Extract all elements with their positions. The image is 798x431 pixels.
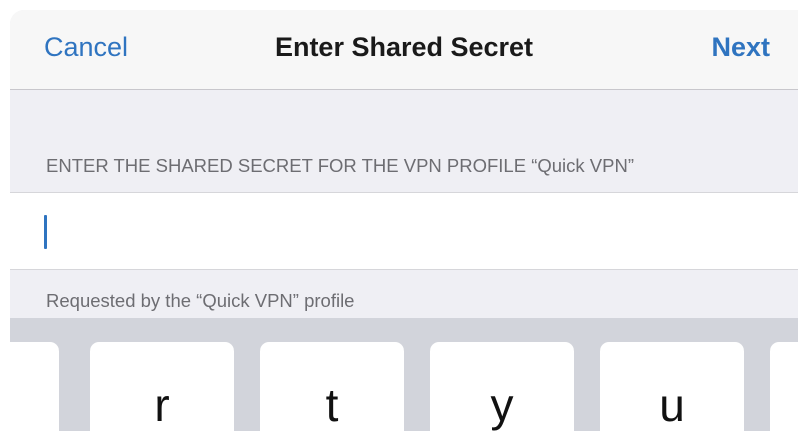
footer-note: Requested by the “Quick VPN” profile [46, 290, 355, 311]
key-i[interactable]: i [770, 342, 798, 431]
key-y[interactable]: y [430, 342, 574, 431]
navigation-bar: Cancel Enter Shared Secret Next [10, 10, 798, 90]
key-e[interactable]: e [10, 342, 59, 431]
modal-sheet: Cancel Enter Shared Secret Next ENTER TH… [10, 10, 798, 431]
screen: Cancel Enter Shared Secret Next ENTER TH… [0, 0, 798, 431]
keyboard: e r t y u i [10, 318, 798, 431]
shared-secret-row[interactable] [10, 192, 798, 270]
key-t[interactable]: t [260, 342, 404, 431]
key-u[interactable]: u [600, 342, 744, 431]
page-title: Enter Shared Secret [274, 32, 534, 62]
section-header: ENTER THE SHARED SECRET FOR THE VPN PROF… [46, 155, 634, 176]
next-button[interactable]: Next [711, 32, 770, 63]
key-r[interactable]: r [90, 342, 234, 431]
shared-secret-input[interactable] [44, 209, 778, 255]
